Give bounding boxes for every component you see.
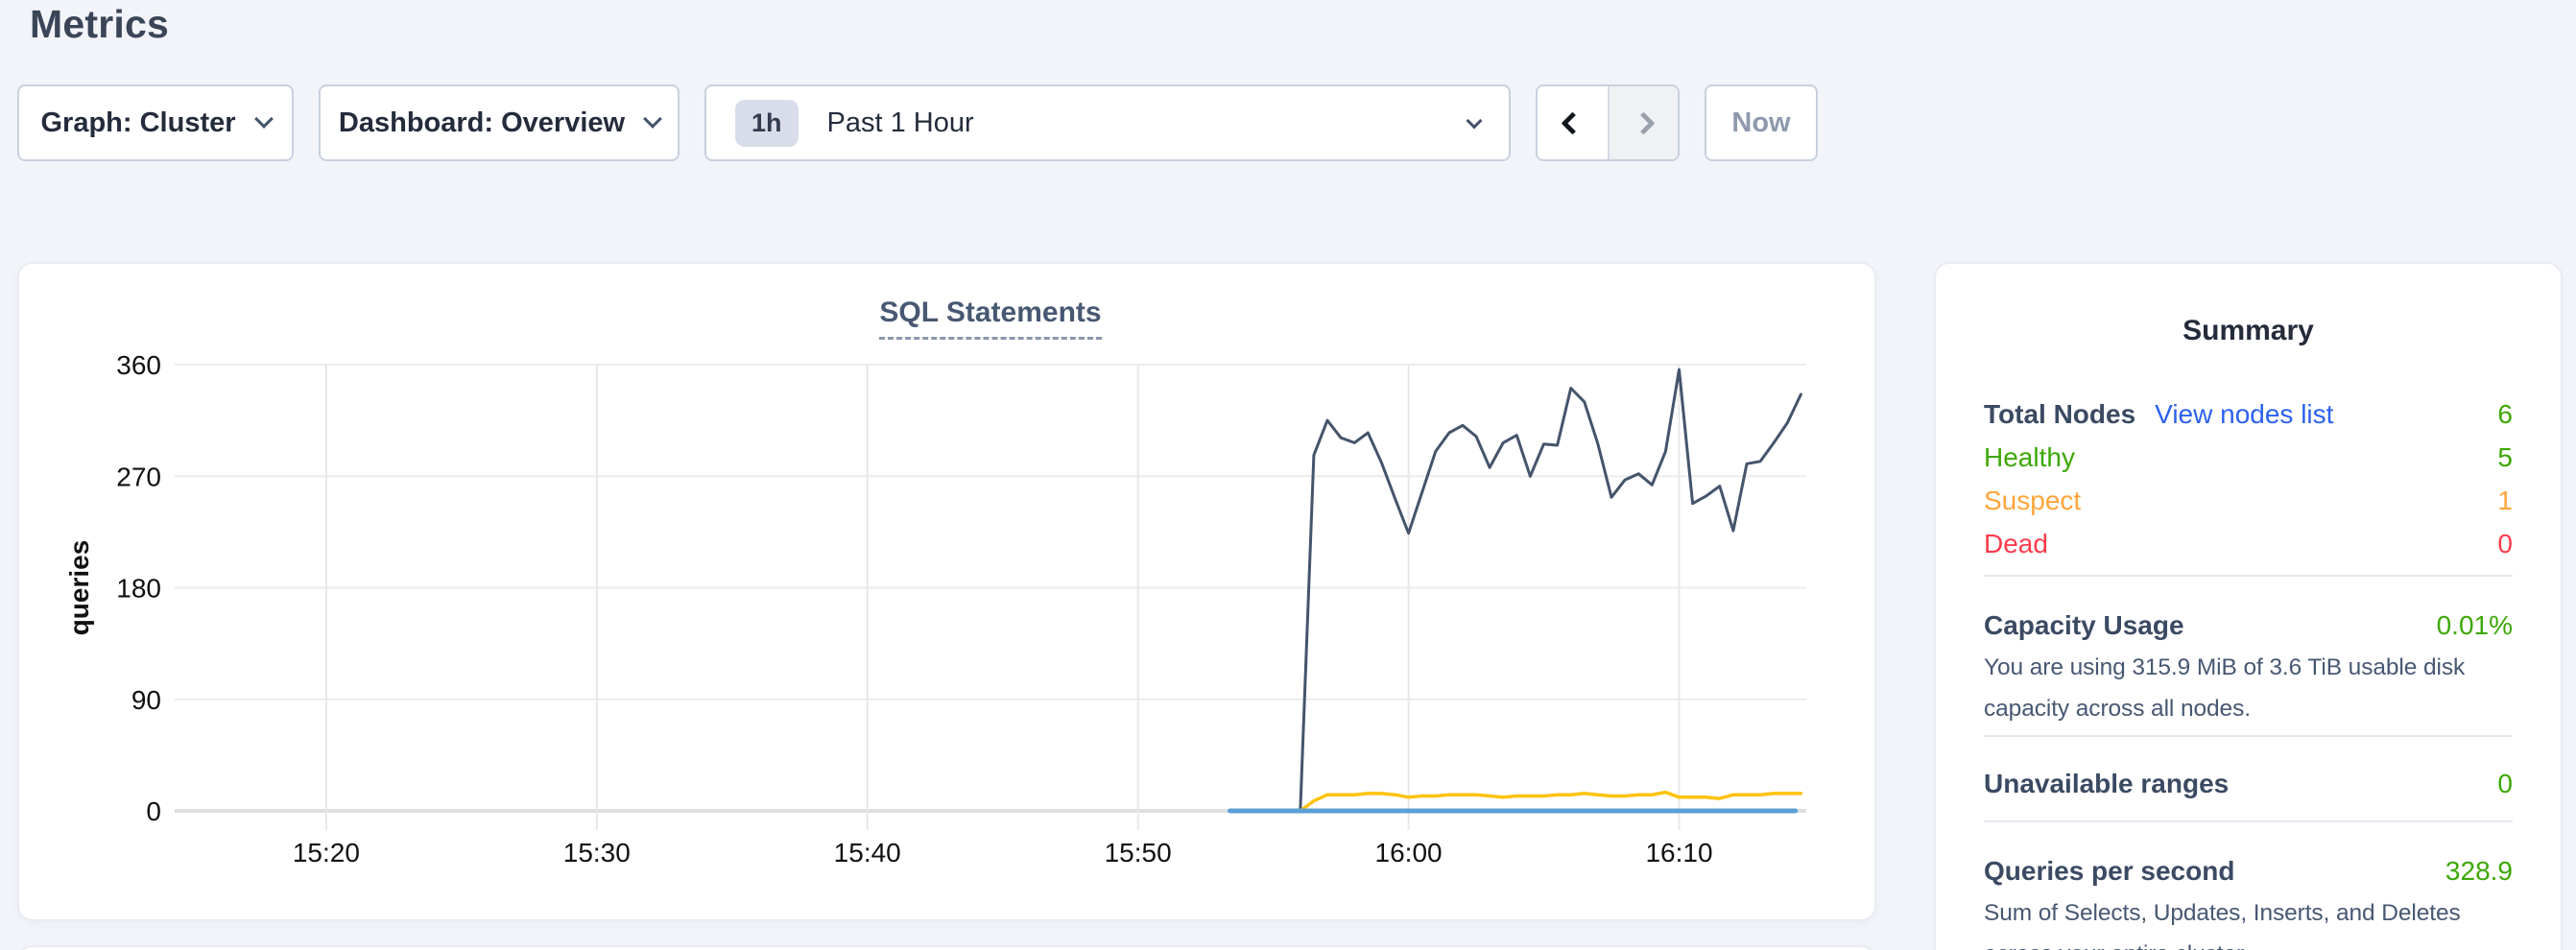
- svg-text:15:20: 15:20: [293, 838, 360, 867]
- dashboard-dropdown[interactable]: Dashboard: Overview: [319, 84, 680, 161]
- queries-per-second-value: 328.9: [2445, 856, 2513, 887]
- node-status-block: Total Nodes View nodes list 6 Healthy 5 …: [1984, 392, 2513, 565]
- suspect-label: Suspect: [1984, 486, 2081, 516]
- svg-text:16:00: 16:00: [1375, 838, 1443, 867]
- now-button[interactable]: Now: [1705, 84, 1818, 161]
- graph-scope-dropdown-label: Graph: Cluster: [40, 107, 235, 139]
- time-range-badge: 1h: [735, 100, 799, 147]
- sql-statements-chart-canvas[interactable]: 0 90 180 270 360 15:20 15:30 15:40 15:50 16:00 16:…: [19, 264, 1874, 919]
- dead-nodes-row: Dead 0: [1984, 522, 2513, 565]
- time-range-picker[interactable]: 1h Past 1 Hour: [704, 84, 1511, 161]
- queries-per-second-row: Queries per second 328.9: [1984, 849, 2513, 892]
- unavailable-ranges-label: Unavailable ranges: [1984, 769, 2229, 799]
- summary-panel: Summary Total Nodes View nodes list 6 He…: [1934, 262, 2563, 950]
- svg-text:15:40: 15:40: [834, 838, 901, 867]
- suspect-nodes-row: Suspect 1: [1984, 479, 2513, 522]
- svg-text:15:30: 15:30: [563, 838, 631, 867]
- chevron-left-icon: [1561, 111, 1584, 134]
- metrics-toolbar: Graph: Cluster Dashboard: Overview 1h Pa…: [17, 84, 1818, 161]
- queries-per-second-description: Sum of Selects, Updates, Inserts, and De…: [1984, 892, 2513, 950]
- svg-text:16:10: 16:10: [1645, 838, 1712, 867]
- svg-text:360: 360: [116, 350, 161, 380]
- capacity-usage-description: You are using 315.9 MiB of 3.6 TiB usabl…: [1984, 647, 2513, 729]
- view-nodes-list-link[interactable]: View nodes list: [2155, 399, 2333, 430]
- time-step-button-group: [1536, 84, 1680, 161]
- divider: [1984, 735, 2513, 737]
- queries-per-second-label: Queries per second: [1984, 856, 2234, 887]
- next-chart-card-sliver: [17, 945, 1876, 950]
- divider: [1984, 575, 2513, 577]
- chevron-down-icon: [254, 109, 274, 129]
- chevron-right-icon: [1632, 111, 1655, 134]
- capacity-usage-label: Capacity Usage: [1984, 610, 2184, 641]
- capacity-usage-value: 0.01%: [2437, 610, 2513, 641]
- capacity-usage-row: Capacity Usage 0.01%: [1984, 604, 2513, 647]
- sql-statements-chart-card: SQL Statements 09018027036015:2015:3015:…: [17, 262, 1876, 921]
- healthy-label: Healthy: [1984, 442, 2075, 473]
- svg-text:15:50: 15:50: [1105, 838, 1172, 867]
- svg-text:180: 180: [116, 574, 161, 604]
- next-time-button-disabled[interactable]: [1608, 86, 1678, 159]
- dashboard-dropdown-label: Dashboard: Overview: [339, 107, 625, 139]
- healthy-value: 5: [2497, 442, 2513, 473]
- dead-label: Dead: [1984, 529, 2048, 559]
- svg-text:0: 0: [146, 796, 161, 826]
- total-nodes-row: Total Nodes View nodes list 6: [1984, 392, 2513, 436]
- time-range-label: Past 1 Hour: [827, 107, 974, 139]
- divider: [1984, 820, 2513, 822]
- suspect-value: 1: [2497, 486, 2513, 516]
- prev-time-button[interactable]: [1538, 86, 1608, 159]
- unavailable-ranges-row: Unavailable ranges 0: [1984, 762, 2513, 805]
- svg-text:270: 270: [116, 462, 161, 491]
- healthy-nodes-row: Healthy 5: [1984, 436, 2513, 479]
- svg-text:90: 90: [131, 685, 161, 715]
- dead-value: 0: [2497, 529, 2513, 559]
- svg-text:queries: queries: [64, 540, 94, 636]
- unavailable-ranges-value: 0: [2497, 769, 2513, 799]
- total-nodes-label: Total Nodes: [1984, 399, 2135, 430]
- page-title: Metrics: [30, 2, 169, 47]
- chevron-down-icon: [643, 109, 662, 129]
- summary-title: Summary: [1984, 264, 2513, 348]
- total-nodes-value: 6: [2497, 399, 2513, 430]
- graph-scope-dropdown[interactable]: Graph: Cluster: [17, 84, 294, 161]
- chevron-down-icon: [1467, 113, 1483, 130]
